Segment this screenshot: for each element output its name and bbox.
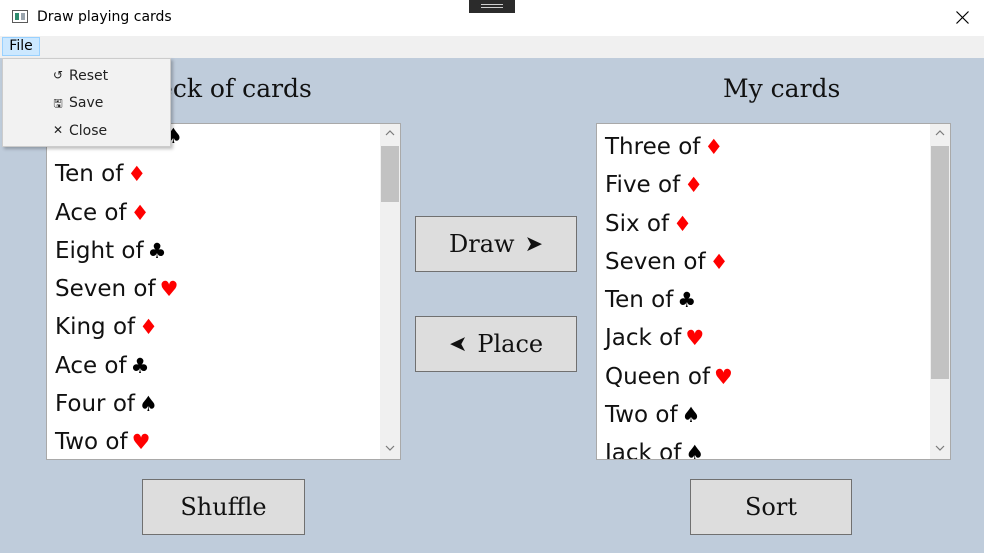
- suit-icon: ♦: [684, 173, 704, 198]
- close-icon: ✕: [52, 123, 64, 137]
- suit-icon: ♣: [147, 238, 167, 263]
- menu-item-label: Reset: [69, 68, 109, 84]
- shuffle-button-label: Shuffle: [180, 493, 267, 521]
- suit-icon: ♦: [139, 315, 158, 340]
- reset-icon: ↺: [52, 68, 64, 82]
- draw-button-label: Draw: [448, 230, 515, 258]
- my-cards-scrollbar[interactable]: [930, 124, 950, 459]
- place-button[interactable]: ➤ Place: [415, 316, 577, 372]
- drag-handle[interactable]: [469, 0, 515, 13]
- window-title: Draw playing cards: [37, 9, 172, 25]
- card-rank: Two of: [605, 402, 678, 429]
- suit-icon: ♦: [673, 211, 692, 236]
- scroll-down-button[interactable]: [930, 439, 950, 459]
- suit-icon: ♠: [685, 441, 705, 460]
- suit-icon: ♦: [709, 249, 729, 274]
- card-rank: Ace of: [55, 352, 127, 379]
- suit-icon: ♥: [131, 430, 151, 455]
- card-rank: Seven of: [605, 248, 706, 275]
- list-item[interactable]: Two of ♥: [55, 423, 183, 459]
- card-rank: Jack of: [605, 325, 682, 352]
- list-item[interactable]: Two of ♠: [605, 396, 733, 434]
- list-item[interactable]: Jack of ♥: [605, 319, 733, 357]
- menu-item-label: Close: [69, 123, 108, 139]
- my-cards-list-items: Three of ♦ Five of ♦ Six of ♦ Seven of ♦ Ten of ♣…: [605, 128, 733, 460]
- card-rank: Ace of: [55, 199, 127, 226]
- scroll-up-button[interactable]: [930, 124, 950, 144]
- suit-icon: ♠: [139, 392, 158, 417]
- menu-bar: [0, 36, 984, 58]
- list-item[interactable]: Ten of ♦: [55, 155, 183, 193]
- list-item[interactable]: Queen of ♥: [605, 358, 733, 396]
- list-item[interactable]: Seven of ♥: [55, 270, 183, 308]
- card-rank: Four of: [55, 391, 135, 418]
- list-item[interactable]: Four of ♠: [55, 385, 183, 423]
- list-item[interactable]: Ace of ♣: [55, 347, 183, 385]
- file-menu[interactable]: File: [2, 37, 40, 56]
- suit-icon: ♣: [130, 353, 150, 378]
- my-cards-title: My cards: [723, 74, 841, 103]
- list-item[interactable]: King of ♦: [55, 308, 183, 346]
- deck-scroll-thumb[interactable]: [381, 146, 399, 202]
- scroll-up-button[interactable]: [380, 124, 400, 144]
- chevron-up-icon: [935, 130, 945, 136]
- arrow-left-icon: ➤: [448, 331, 468, 357]
- save-icon: 🖫: [53, 97, 63, 110]
- suit-icon: ♦: [704, 135, 724, 159]
- card-rank: Two of: [55, 429, 128, 456]
- menu-item-label: Save: [69, 95, 104, 111]
- arrow-right-icon: ➤: [524, 231, 543, 257]
- card-rank: Eight of: [55, 237, 144, 264]
- list-item[interactable]: Ten of ♣: [605, 281, 733, 319]
- chevron-down-icon: [935, 445, 945, 451]
- file-dropdown-menu: ↺ Reset 🖫 Save ✕ Close: [2, 58, 171, 147]
- sort-button-label: Sort: [744, 493, 797, 521]
- list-item[interactable]: Three of ♦: [605, 128, 733, 166]
- suit-icon: ♥: [714, 364, 733, 389]
- card-rank: Jack of: [605, 440, 682, 460]
- list-item[interactable]: Eight of ♣: [55, 232, 183, 270]
- list-item[interactable]: Six of ♦: [605, 205, 733, 243]
- card-rank: King of: [55, 314, 136, 341]
- scroll-down-button[interactable]: [380, 439, 400, 459]
- suit-icon: ♦: [127, 162, 147, 187]
- suit-icon: ♣: [677, 288, 697, 313]
- card-rank: Ten of: [605, 287, 674, 314]
- card-rank: Seven of: [55, 276, 156, 303]
- menu-item-save[interactable]: 🖫 Save: [4, 91, 169, 117]
- chevron-down-icon: [385, 445, 395, 451]
- title-bar: Draw playing cards: [0, 0, 984, 36]
- card-rank: Five of: [605, 172, 681, 199]
- draw-button[interactable]: Draw ➤: [415, 216, 577, 272]
- suit-icon: ♥: [685, 326, 705, 351]
- list-item[interactable]: Ace of ♦: [55, 194, 183, 232]
- suit-icon: ♠: [681, 403, 701, 428]
- my-cards-list[interactable]: Three of ♦ Five of ♦ Six of ♦ Seven of ♦ Ten of ♣…: [596, 123, 951, 460]
- list-item[interactable]: Seven of ♦: [605, 243, 733, 281]
- menu-item-reset[interactable]: ↺ Reset: [4, 64, 169, 90]
- sort-button[interactable]: Sort: [690, 479, 852, 535]
- place-button-label: Place: [477, 330, 544, 358]
- window-close-button[interactable]: [941, 0, 984, 34]
- suit-icon: ♦: [130, 200, 150, 225]
- list-item[interactable]: Five of ♦: [605, 166, 733, 204]
- deck-list[interactable]: Queen of♠Ten of♦Ace of♦Eight of♣Seven of…: [46, 123, 401, 460]
- card-rank: Six of: [605, 210, 670, 237]
- card-rank: Queen of: [605, 363, 711, 390]
- chevron-up-icon: [385, 130, 395, 136]
- suit-icon: ♥: [159, 277, 179, 302]
- list-item[interactable]: Jack of ♠: [605, 434, 733, 460]
- app-icon: [12, 10, 28, 23]
- my-cards-scroll-thumb[interactable]: [931, 146, 949, 379]
- deck-scrollbar[interactable]: [380, 124, 400, 459]
- card-rank: Three of: [605, 134, 701, 160]
- close-icon: [956, 11, 969, 24]
- shuffle-button[interactable]: Shuffle: [142, 479, 305, 535]
- card-rank: Ten of: [55, 161, 124, 188]
- deck-list-items: Queen of♠Ten of♦Ace of♦Eight of♣Seven of…: [55, 124, 183, 459]
- menu-item-close[interactable]: ✕ Close: [4, 119, 169, 145]
